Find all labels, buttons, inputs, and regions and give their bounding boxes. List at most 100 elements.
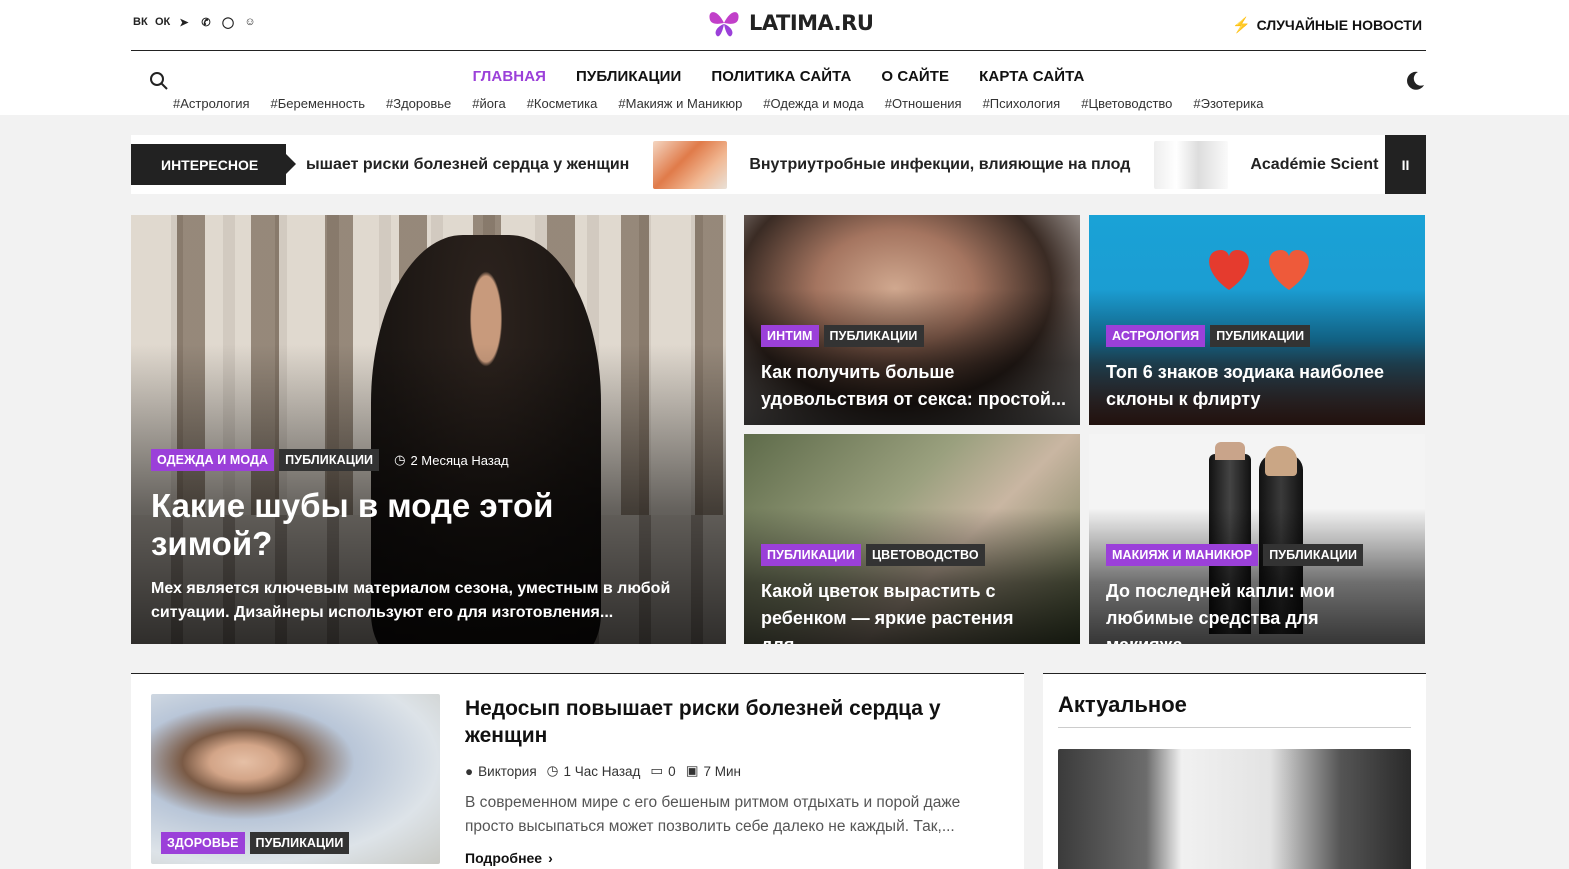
tag-link[interactable]: #Здоровье	[386, 96, 451, 111]
ticker-pause-button[interactable]: II	[1385, 135, 1426, 194]
read-more-label: Подробнее	[465, 850, 543, 866]
post-categories: ЗДОРОВЬЕ ПУБЛИКАЦИИ	[161, 832, 350, 854]
news-ticker: ИНТЕРЕСНОЕ ышает риски болезней сердца у…	[131, 135, 1426, 194]
featured-post-card[interactable]: АСТРОЛОГИЯ ПУБЛИКАЦИИ Топ 6 знаков зодиа…	[1089, 215, 1425, 425]
post-excerpt: Мех является ключевым материалом сезона,…	[151, 580, 671, 621]
tag-link[interactable]: #йога	[472, 96, 505, 111]
ticker-item[interactable]: Académie Scient	[1154, 140, 1379, 189]
post-comments-count: 0	[668, 763, 676, 779]
ticker-item-title: Внутриутробные инфекции, влияющие на пло…	[749, 155, 1131, 173]
post-time-label: 2 Месяца Назад	[410, 452, 509, 468]
tag-list: #Астрология #Беременность #Здоровье #йог…	[173, 96, 1263, 111]
featured-post-card[interactable]: ПУБЛИКАЦИИ ЦВЕТОВОДСТВО Какой цветок выр…	[744, 434, 1080, 644]
menu-item-sitemap[interactable]: КАРТА САЙТА	[979, 68, 1084, 85]
menu-item-home[interactable]: ГЛАВНАЯ	[473, 68, 546, 85]
clock-icon: ◷	[394, 452, 406, 467]
post-thumbnail[interactable]: ЗДОРОВЬЕ ПУБЛИКАЦИИ	[151, 694, 440, 864]
post-time: ◷ 2 Месяца Назад	[394, 452, 508, 468]
post-list: ЗДОРОВЬЕ ПУБЛИКАЦИИ Недосып повышает рис…	[131, 673, 1024, 869]
whatsapp-icon[interactable]: ◯	[221, 16, 235, 29]
pause-icon: II	[1401, 156, 1410, 173]
tag-link[interactable]: #Одежда и мода	[763, 96, 863, 111]
social-links: ВК ОК ➤ ✆ ◯ ☺	[133, 16, 257, 29]
menu-item-publications[interactable]: ПУБЛИКАЦИИ	[576, 68, 681, 85]
post-categories: ОДЕЖДА И МОДА ПУБЛИКАЦИИ ◷ 2 Месяца Наза…	[151, 449, 509, 471]
post-title[interactable]: Какие шубы в моде этой зимой?	[151, 487, 671, 563]
logo-text: LATIMA.RU	[749, 11, 874, 35]
post-categories: ИНТИМ ПУБЛИКАЦИИ	[761, 325, 924, 347]
viber-icon[interactable]: ✆	[199, 16, 213, 29]
odnoklassniki-icon[interactable]: ОК	[155, 16, 170, 29]
tag-link[interactable]: #Отношения	[885, 96, 962, 111]
tag-link[interactable]: #Цветоводство	[1081, 96, 1172, 111]
post-excerpt: В современном мире с его бешеным ритмом …	[465, 794, 961, 835]
ticker-item[interactable]: ышает риски болезней сердца у женщин	[306, 156, 629, 174]
tag-link[interactable]: #Макияж и Маникюр	[618, 96, 742, 111]
category-badge[interactable]: ПУБЛИКАЦИИ	[1210, 325, 1311, 347]
vk-icon[interactable]: ВК	[133, 16, 148, 29]
category-badge[interactable]: ПУБЛИКАЦИИ	[249, 832, 350, 854]
main-navigation: ГЛАВНАЯ ПУБЛИКАЦИИ ПОЛИТИКА САЙТА О САЙТ…	[131, 51, 1426, 115]
menu-list: ГЛАВНАЯ ПУБЛИКАЦИИ ПОЛИТИКА САЙТА О САЙТ…	[131, 68, 1426, 85]
tag-link[interactable]: #Астрология	[173, 96, 250, 111]
post-author-name: Виктория	[478, 763, 537, 779]
random-news-link[interactable]: ⚡ СЛУЧАЙНЫЕ НОВОСТИ	[1232, 16, 1422, 34]
read-more-link[interactable]: Подробнее ›	[465, 850, 553, 866]
tag-link[interactable]: #Беременность	[271, 96, 365, 111]
featured-post-card[interactable]: ИНТИМ ПУБЛИКАЦИИ Как получить больше удо…	[744, 215, 1080, 425]
post-title[interactable]: Какой цветок вырастить с ребенком — ярки…	[761, 578, 1066, 644]
ticker-item[interactable]: Внутриутробные инфекции, влияющие на пло…	[653, 140, 1131, 189]
post-categories: ПУБЛИКАЦИИ ЦВЕТОВОДСТВО	[761, 544, 985, 566]
site-logo[interactable]: LATIMA.RU	[707, 8, 874, 38]
post-time: ◷ 1 Час Назад	[547, 763, 641, 779]
ticker-thumbnail	[653, 140, 728, 189]
post-title[interactable]: До последней капли: мои любимые средства…	[1106, 578, 1411, 644]
butterfly-icon	[709, 12, 739, 37]
chevron-right-icon: ›	[548, 850, 553, 866]
reading-icon: ▣	[685, 763, 699, 778]
category-badge[interactable]: ИНТИМ	[761, 325, 819, 347]
header-top-row: ВК ОК ➤ ✆ ◯ ☺ LATIMA.RU ⚡ СЛУЧАЙНЫЕ НОВО…	[131, 0, 1426, 51]
featured-post-card[interactable]: МАКИЯЖ И МАНИКЮР ПУБЛИКАЦИИ До последней…	[1089, 434, 1425, 644]
category-badge[interactable]: ПУБЛИКАЦИИ	[823, 325, 924, 347]
tag-link[interactable]: #Психология	[983, 96, 1061, 111]
smile-icon[interactable]: ☺	[243, 16, 257, 29]
ticker-item-title: Académie Scient	[1250, 155, 1379, 173]
site-header: ВК ОК ➤ ✆ ◯ ☺ LATIMA.RU ⚡ СЛУЧАЙНЫЕ НОВО…	[0, 0, 1569, 115]
ticker-item-title: ышает риски болезней сердца у женщин	[306, 155, 630, 173]
sidebar-widget: Актуальное	[1043, 673, 1426, 869]
widget-post-image[interactable]	[1058, 749, 1411, 869]
random-news-label: СЛУЧАЙНЫЕ НОВОСТИ	[1256, 17, 1422, 33]
category-badge[interactable]: ЦВЕТОВОДСТВО	[865, 544, 985, 566]
ticker-label: ИНТЕРЕСНОЕ	[131, 144, 296, 185]
post-categories: АСТРОЛОГИЯ ПУБЛИКАЦИИ	[1106, 325, 1311, 347]
clock-icon: ◷	[546, 763, 559, 778]
category-badge[interactable]: ПУБЛИКАЦИИ	[279, 449, 380, 471]
tag-link[interactable]: #Косметика	[527, 96, 598, 111]
menu-item-policy[interactable]: ПОЛИТИКА САЙТА	[711, 68, 851, 85]
dark-mode-icon[interactable]	[1404, 70, 1426, 92]
menu-item-about[interactable]: О САЙТЕ	[881, 68, 949, 85]
post-title[interactable]: Недосып повышает риски болезней сердца у…	[465, 695, 1005, 749]
post-title[interactable]: Топ 6 знаков зодиака наиболее склоны к ф…	[1106, 359, 1411, 413]
ticker-track: ышает риски болезней сердца у женщин Вну…	[306, 135, 1385, 194]
post-read-time: ▣ 7 Мин	[686, 763, 741, 779]
widget-divider	[1058, 727, 1411, 728]
category-badge[interactable]: ЗДОРОВЬЕ	[161, 832, 245, 854]
category-badge[interactable]: ОДЕЖДА И МОДА	[151, 449, 275, 471]
post-comments[interactable]: ▭ 0	[650, 763, 675, 779]
post-time-label: 1 Час Назад	[563, 763, 641, 779]
category-badge[interactable]: МАКИЯЖ И МАНИКЮР	[1106, 544, 1259, 566]
post-categories: МАКИЯЖ И МАНИКЮР ПУБЛИКАЦИИ	[1106, 544, 1364, 566]
featured-post-main[interactable]: ОДЕЖДА И МОДА ПУБЛИКАЦИИ ◷ 2 Месяца Наза…	[131, 215, 726, 644]
category-badge[interactable]: ПУБЛИКАЦИИ	[761, 544, 861, 566]
category-badge[interactable]: ПУБЛИКАЦИИ	[1263, 544, 1364, 566]
hearts-image	[1209, 250, 1309, 290]
tag-link[interactable]: #Эзотерика	[1193, 96, 1263, 111]
telegram-icon[interactable]: ➤	[177, 16, 191, 29]
post-author[interactable]: ● Виктория	[465, 764, 537, 779]
lightning-icon: ⚡	[1231, 17, 1251, 34]
category-badge[interactable]: АСТРОЛОГИЯ	[1106, 325, 1206, 347]
post-read-time-label: 7 Мин	[703, 763, 741, 779]
post-title[interactable]: Как получить больше удовольствия от секс…	[761, 359, 1066, 413]
